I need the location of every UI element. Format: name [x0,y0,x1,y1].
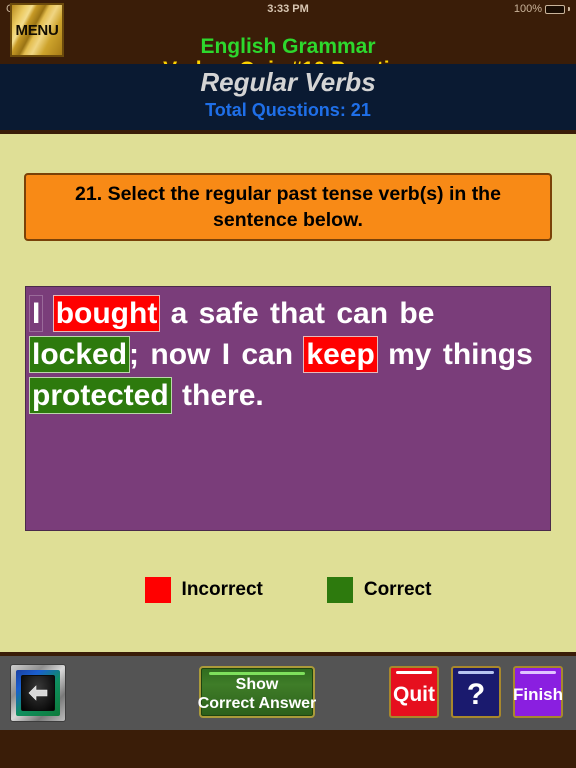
back-button-face [21,675,55,711]
bottom-toolbar: Show Correct Answer Quit ? Finish [0,656,576,730]
help-button[interactable]: ? [451,666,501,718]
sentence-word-green[interactable]: protected [29,377,172,414]
status-battery-group: 100% [514,0,570,18]
section-header-bar: Regular Verbs Total Questions: 21 [0,64,576,130]
section-title: Regular Verbs [200,67,376,97]
sentence-word-red[interactable]: bought [52,295,161,332]
legend-swatch-correct [326,577,353,603]
arrow-left-icon [28,685,48,701]
sentence-word-sel[interactable]: I [28,295,44,332]
show-answer-line-2: Correct Answer [197,695,317,712]
status-clock: 3:33 PM [267,3,309,15]
footer-bar [0,730,576,768]
question-prompt-text: 21. Select the regular past tense verb(s… [75,183,501,231]
sentence-text: I bought a safe that can be locked; now … [26,287,550,416]
sentence-answer-panel[interactable]: I bought a safe that can be locked; now … [25,286,551,531]
app-header-bar: English Grammar Verbs - Quiz #10 Practic… [0,18,576,81]
show-correct-answer-button[interactable]: Show Correct Answer [197,666,317,718]
total-questions-label: Total Questions: 21 [205,100,371,120]
sentence-word-red[interactable]: keep [303,336,378,373]
help-button-label: ? [466,678,486,711]
finish-button-label: Finish [512,684,564,704]
sentence-word-green[interactable]: locked [28,336,131,373]
finish-button[interactable]: Finish [513,666,563,718]
quiz-app-screen: Carrier ▾ 3:33 PM 100% English Grammar V… [0,0,576,768]
legend-label-incorrect: Incorrect [181,579,263,600]
menu-button[interactable]: MENU [10,3,64,57]
sentence-word: a safe that can be [159,297,435,330]
battery-icon [545,4,565,14]
battery-percent-label: 100% [513,3,542,15]
legend-item-correct: Correct [326,577,432,603]
sentence-word: ; now I can [129,338,305,371]
menu-button-face: MENU [12,5,62,55]
sentence-word: my things [376,338,533,371]
back-button-ring [16,670,60,716]
quit-button[interactable]: Quit [389,666,439,718]
status-bar: Carrier ▾ 3:33 PM 100% [0,0,576,18]
legend-item-incorrect: Incorrect [144,577,263,603]
back-button[interactable] [10,664,66,722]
legend-label-correct: Correct [363,579,432,600]
show-answer-line-1: Show [235,676,279,693]
quit-button-label: Quit [393,682,435,706]
menu-button-label: MENU [15,21,59,39]
legend-swatch-incorrect [144,577,171,603]
sentence-word [42,297,53,330]
app-title: English Grammar [200,35,376,58]
battery-cap-icon [568,7,570,11]
sentence-word: there. [170,379,264,412]
legend: Incorrect Correct [0,577,576,603]
question-prompt-box: 21. Select the regular past tense verb(s… [24,173,552,241]
quiz-body: 21. Select the regular past tense verb(s… [0,134,576,652]
